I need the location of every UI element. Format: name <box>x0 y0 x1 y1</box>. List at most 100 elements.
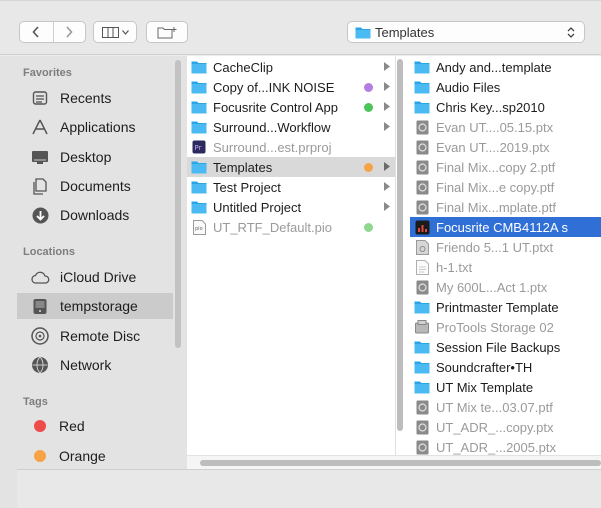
nav-buttons <box>19 21 86 43</box>
list-item[interactable]: Pr Surround...est.prproj <box>187 137 395 157</box>
remote-disc-icon <box>30 327 50 345</box>
sidebar-item-label: Downloads <box>60 207 130 223</box>
sidebar-item-documents[interactable]: Documents <box>17 173 173 199</box>
list-item[interactable]: Evan UT....2019.ptx <box>410 137 601 157</box>
item-name: ProTools Storage 02 <box>436 319 554 335</box>
horizontal-scroll-thumb[interactable] <box>200 460 601 466</box>
favorites-heading: Favorites <box>23 67 72 79</box>
list-item[interactable]: ProTools Storage 02 <box>410 317 601 337</box>
chevron-right-icon <box>384 202 390 211</box>
item-name: Chris Key...sp2010 <box>436 99 545 115</box>
list-item[interactable]: Session File Backups <box>410 337 601 357</box>
sidebar-item-tag-orange[interactable]: Orange <box>17 443 173 469</box>
session-file-icon <box>414 180 430 194</box>
item-name: Focusrite Control App <box>213 99 339 115</box>
list-item[interactable]: pio UT_RTF_Default.pio <box>187 217 395 237</box>
list-item[interactable]: UT Mix Template <box>410 377 601 397</box>
new-folder-icon <box>157 26 177 38</box>
list-item[interactable]: Final Mix...e copy.ptf <box>410 177 601 197</box>
list-item-selected[interactable]: Templates <box>187 157 395 177</box>
applications-icon <box>30 118 50 136</box>
toolbar: Templates <box>0 1 601 55</box>
item-name: Final Mix...e copy.ptf <box>436 179 555 195</box>
green-tag-dot <box>364 103 373 112</box>
list-item[interactable]: My 600L...Act 1.ptx <box>410 277 601 297</box>
item-name: Surround...Workflow <box>213 119 331 135</box>
sidebar-item-tag-red[interactable]: Red <box>17 413 173 439</box>
list-item[interactable]: CacheClip <box>187 57 395 77</box>
folder-icon <box>414 380 430 394</box>
list-item[interactable]: Untitled Project <box>187 197 395 217</box>
browser-column-2: Andy and...template Audio Files Chris Ke… <box>410 56 601 455</box>
item-name: Friendo 5...1 UT.ptxt <box>436 239 554 255</box>
purple-tag-dot <box>364 83 373 92</box>
folder-icon <box>414 340 430 354</box>
folder-icon <box>414 300 430 314</box>
item-name: Focusrite CMB4112A s <box>436 219 568 235</box>
list-item[interactable]: Friendo 5...1 UT.ptxt <box>410 237 601 257</box>
item-name: Final Mix...copy 2.ptf <box>436 159 556 175</box>
new-folder-button[interactable] <box>146 21 188 43</box>
sidebar-item-label: Remote Disc <box>60 328 141 344</box>
columns-view-icon <box>101 26 119 38</box>
list-item[interactable]: Andy and...template <box>410 57 601 77</box>
back-button[interactable] <box>20 22 53 42</box>
sidebar-item-applications[interactable]: Applications <box>17 114 173 140</box>
list-item[interactable]: Copy of...INK NOISE <box>187 77 395 97</box>
item-name: Audio Files <box>436 79 501 95</box>
window-edge <box>0 56 17 508</box>
orange-tag-icon <box>34 450 46 462</box>
list-item[interactable]: UT Mix te...03.07.ptf <box>410 397 601 417</box>
sidebar-item-remote-disc[interactable]: Remote Disc <box>17 323 173 349</box>
sidebar-item-label: Network <box>60 357 112 373</box>
documents-icon <box>30 177 50 195</box>
sidebar-item-downloads[interactable]: Downloads <box>17 202 173 228</box>
downloads-icon <box>30 206 50 224</box>
item-name: Printmaster Template <box>436 299 559 315</box>
list-item[interactable]: Final Mix...copy 2.ptf <box>410 157 601 177</box>
sidebar-item-icloud-drive[interactable]: iCloud Drive <box>17 264 173 290</box>
horizontal-scrollbar[interactable] <box>187 455 601 469</box>
green-tag-dot <box>364 223 373 232</box>
list-item[interactable]: Evan UT....05.15.ptx <box>410 117 601 137</box>
list-item[interactable]: Audio Files <box>410 77 601 97</box>
view-mode-button[interactable] <box>93 21 137 43</box>
sidebar-item-desktop[interactable]: Desktop <box>17 144 173 170</box>
network-icon <box>30 356 50 374</box>
session-file-icon <box>414 200 430 214</box>
item-name: UT_ADR_...copy.ptx <box>436 419 554 435</box>
browser-column-1: CacheClip Copy of...INK NOISE Focusrite … <box>187 56 396 455</box>
list-item[interactable]: UT_ADR_...2005.ptx <box>410 437 601 455</box>
item-name: UT_RTF_Default.pio <box>213 219 332 235</box>
folder-icon <box>414 360 430 374</box>
list-item[interactable]: Chris Key...sp2010 <box>410 97 601 117</box>
sidebar-item-network[interactable]: Network <box>17 352 173 378</box>
list-item-selected[interactable]: Focusrite CMB4112A s <box>410 217 601 237</box>
forward-button[interactable] <box>52 22 86 42</box>
session-file-icon <box>414 280 430 294</box>
list-item[interactable]: UT_ADR_...copy.ptx <box>410 417 601 437</box>
sidebar-scrollbar[interactable] <box>175 60 181 348</box>
finder-window: Templates Favorites Recents Applications… <box>0 0 601 508</box>
chevron-right-icon <box>384 62 390 71</box>
list-item[interactable]: Printmaster Template <box>410 297 601 317</box>
list-item[interactable]: h-1.txt <box>410 257 601 277</box>
recents-icon <box>30 89 50 107</box>
list-item[interactable]: Test Project <box>187 177 395 197</box>
list-item[interactable]: Soundcrafter•TH <box>410 357 601 377</box>
icloud-icon <box>30 268 50 286</box>
locations-heading: Locations <box>23 246 75 258</box>
chevron-right-icon <box>384 102 390 111</box>
folder-icon <box>191 60 207 74</box>
item-name: My 600L...Act 1.ptx <box>436 279 548 295</box>
sidebar-item-tempstorage[interactable]: tempstorage <box>17 293 173 319</box>
updown-arrows-icon <box>567 27 575 38</box>
column-1-scrollbar[interactable] <box>397 59 403 431</box>
list-item[interactable]: Surround...Workflow <box>187 117 395 137</box>
list-item[interactable]: Focusrite Control App <box>187 97 395 117</box>
path-popup[interactable]: Templates <box>347 21 585 43</box>
sidebar-item-label: Desktop <box>60 149 112 165</box>
sidebar-item-label: Orange <box>59 448 106 464</box>
sidebar-item-recents[interactable]: Recents <box>17 85 173 111</box>
list-item[interactable]: Final Mix...mplate.ptf <box>410 197 601 217</box>
